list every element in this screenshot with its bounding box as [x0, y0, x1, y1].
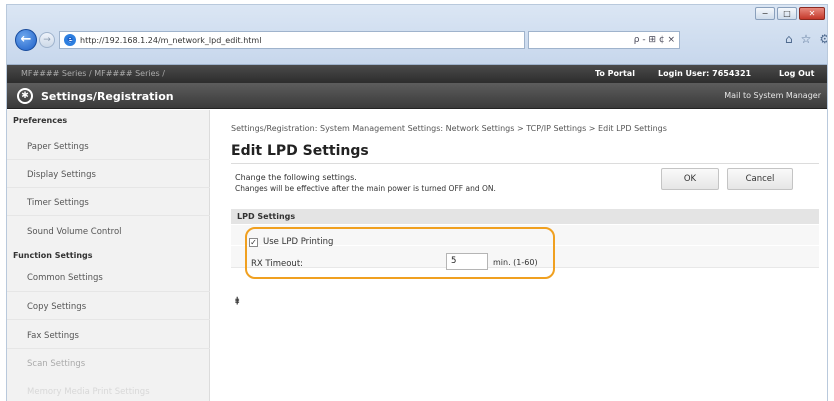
- minimize-button[interactable]: −: [755, 7, 775, 20]
- address-tools[interactable]: ρ - ⊞ ¢ ×: [528, 31, 680, 49]
- window-controls: − □ ✕: [755, 7, 825, 20]
- section-header-lpd-settings: LPD Settings: [231, 209, 819, 224]
- browser-logo-icon: e: [64, 34, 76, 46]
- sidebar-item-common-settings[interactable]: Common Settings: [27, 273, 103, 283]
- main-content: Settings/Registration: System Management…: [217, 110, 827, 401]
- mail-to-system-manager-link[interactable]: Mail to System Manager: [724, 91, 821, 100]
- divider: [7, 215, 210, 216]
- star-icon[interactable]: ☆: [801, 32, 812, 46]
- toolbar-icons: ⌂ ☆ ⚙: [785, 32, 827, 46]
- home-icon[interactable]: ⌂: [785, 32, 793, 46]
- divider: [7, 187, 210, 188]
- browser-chrome: − □ ✕ ← → e http://192.168.1.24/m_networ…: [7, 5, 827, 65]
- ok-button[interactable]: OK: [661, 168, 719, 190]
- to-portal-link[interactable]: To Portal: [595, 69, 635, 78]
- url-text: http://192.168.1.24/m_network_lpd_edit.h…: [80, 35, 262, 45]
- back-to-top-icon[interactable]: ⯒: [235, 294, 239, 311]
- breadcrumb: Settings/Registration: System Management…: [231, 124, 667, 133]
- sidebar: Preferences Paper Settings Display Setti…: [7, 110, 210, 401]
- app-topbar: MF#### Series / MF#### Series / To Porta…: [7, 65, 827, 83]
- log-out-link[interactable]: Log Out: [779, 69, 814, 78]
- divider: [7, 291, 210, 292]
- sidebar-item-paper-settings[interactable]: Paper Settings: [27, 142, 89, 152]
- forward-arrow-icon[interactable]: →: [39, 32, 55, 48]
- sidebar-head-function-settings: Function Settings: [13, 251, 93, 260]
- page-title: Edit LPD Settings: [231, 143, 369, 159]
- sidebar-item-scan-settings[interactable]: Scan Settings: [27, 359, 85, 369]
- sidebar-item-display-settings[interactable]: Display Settings: [27, 170, 96, 180]
- device-model: MF#### Series / MF#### Series /: [21, 69, 165, 78]
- browser-window: − □ ✕ ← → e http://192.168.1.24/m_networ…: [6, 4, 828, 401]
- app-titlebar: ✱ Settings/Registration Mail to System M…: [7, 83, 827, 109]
- sidebar-item-timer-settings[interactable]: Timer Settings: [27, 198, 89, 208]
- cancel-button[interactable]: Cancel: [727, 168, 793, 190]
- login-user: Login User: 7654321: [658, 69, 752, 78]
- sidebar-head-preferences: Preferences: [13, 116, 68, 125]
- note-text: Changes will be effective after the main…: [235, 184, 496, 193]
- divider: [7, 348, 210, 349]
- divider: [7, 159, 210, 160]
- instruction-text: Change the following settings.: [235, 173, 357, 182]
- address-tools-label: ρ - ⊞ ¢ ×: [633, 35, 675, 45]
- sidebar-item-memory-media-print-settings[interactable]: Memory Media Print Settings: [27, 387, 150, 397]
- app-title: Settings/Registration: [41, 90, 174, 103]
- close-button[interactable]: ✕: [799, 7, 825, 20]
- sidebar-item-copy-settings[interactable]: Copy Settings: [27, 302, 86, 312]
- sidebar-item-fax-settings[interactable]: Fax Settings: [27, 331, 79, 341]
- back-arrow-icon[interactable]: ←: [15, 29, 37, 51]
- divider: [7, 319, 210, 320]
- address-bar[interactable]: e http://192.168.1.24/m_network_lpd_edit…: [59, 31, 525, 49]
- gear-icon[interactable]: ⚙: [819, 32, 827, 46]
- settings-gear-icon: ✱: [17, 88, 33, 104]
- maximize-button[interactable]: □: [777, 7, 797, 20]
- sidebar-item-sound-volume-control[interactable]: Sound Volume Control: [27, 227, 122, 237]
- divider: [231, 163, 819, 164]
- highlight-callout: [245, 227, 555, 279]
